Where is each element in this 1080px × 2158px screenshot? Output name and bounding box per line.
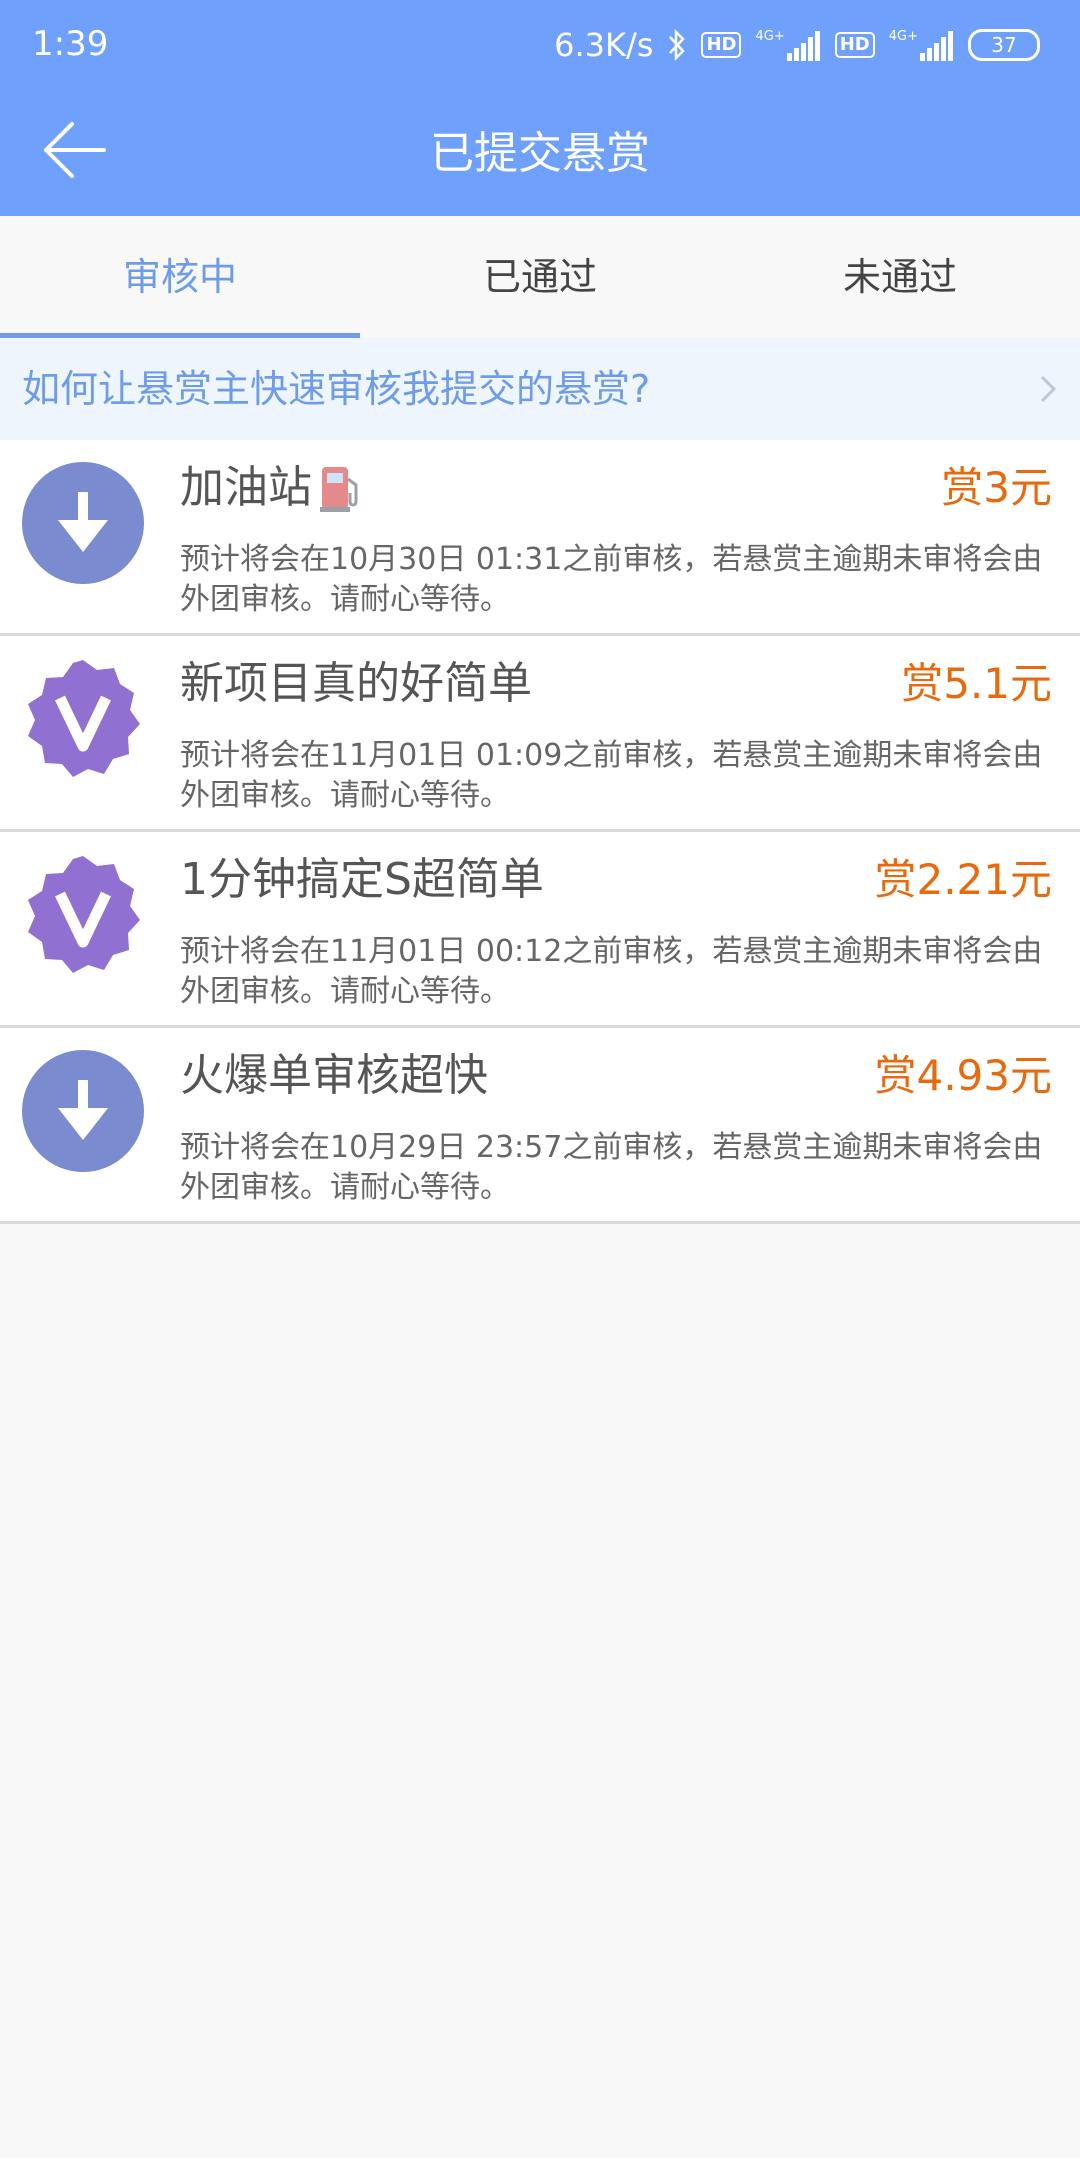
list-item[interactable]: 1分钟搞定S超简单 赏2.21元 预计将会在11月01日 00:12之前审核，若… [0, 832, 1080, 1028]
reward-amount: 赏3元 [941, 463, 1052, 512]
item-title: 火爆单审核超快 [180, 1050, 488, 1101]
submission-list: 加油站 赏3元 预计将会在10月30日 01:31之前审核，若悬赏主逾期未审将会… [0, 440, 1080, 1224]
item-title: 加油站 [180, 460, 362, 516]
tip-banner[interactable]: 如何让悬赏主快速审核我提交的悬赏? [0, 338, 1080, 440]
app-header: 1:39 6.3K/s HD 4G+ HD 4G+ 37 已提交悬赏 [0, 0, 1080, 216]
hd-icon: HD [701, 32, 742, 58]
tip-text: 如何让悬赏主快速审核我提交的悬赏? [22, 367, 651, 411]
network-speed: 6.3K/s [554, 26, 654, 64]
signal-icon-2: 4G+ [889, 30, 954, 61]
hd-icon-2: HD [834, 32, 875, 58]
status-time: 1:39 [32, 24, 109, 64]
reward-amount: 赏4.93元 [874, 1051, 1052, 1100]
chevron-right-icon [1040, 375, 1057, 403]
v-badge-icon [28, 856, 140, 973]
network-type-label: 4G+ [755, 28, 785, 44]
reward-amount: 赏5.1元 [901, 659, 1052, 708]
status-icons: 6.3K/s HD 4G+ HD 4G+ 37 [554, 24, 1040, 66]
bluetooth-icon [669, 28, 686, 62]
tab-bar: 审核中 已通过 未通过 [0, 216, 1080, 338]
item-description: 预计将会在10月29日 23:57之前审核，若悬赏主逾期未审将会由外团审核。请耐… [180, 1130, 1043, 1205]
list-item[interactable]: 新项目真的好简单 赏5.1元 预计将会在11月01日 01:09之前审核，若悬赏… [0, 636, 1080, 832]
list-item[interactable]: 火爆单审核超快 赏4.93元 预计将会在10月29日 23:57之前审核，若悬赏… [0, 1028, 1080, 1224]
fuel-pump-icon [320, 467, 358, 512]
download-icon [22, 1050, 144, 1172]
item-title: 新项目真的好简单 [180, 658, 532, 709]
reward-amount: 赏2.21元 [874, 855, 1052, 904]
signal-icon: 4G+ [755, 30, 820, 61]
page-title: 已提交悬赏 [430, 128, 650, 179]
network-type-label-2: 4G+ [888, 28, 918, 44]
v-badge-icon [28, 660, 140, 777]
item-description: 预计将会在10月30日 01:31之前审核，若悬赏主逾期未审将会由外团审核。请耐… [180, 542, 1043, 617]
list-item[interactable]: 加油站 赏3元 预计将会在10月30日 01:31之前审核，若悬赏主逾期未审将会… [0, 440, 1080, 636]
item-description: 预计将会在11月01日 01:09之前审核，若悬赏主逾期未审将会由外团审核。请耐… [180, 738, 1043, 813]
tab-reviewing[interactable]: 审核中 [0, 216, 360, 338]
download-icon [22, 462, 144, 584]
item-title: 1分钟搞定S超简单 [180, 854, 544, 905]
tab-rejected[interactable]: 未通过 [720, 216, 1080, 338]
tab-approved[interactable]: 已通过 [360, 216, 720, 338]
item-description: 预计将会在11月01日 00:12之前审核，若悬赏主逾期未审将会由外团审核。请耐… [180, 934, 1043, 1009]
battery-icon: 37 [968, 29, 1040, 61]
